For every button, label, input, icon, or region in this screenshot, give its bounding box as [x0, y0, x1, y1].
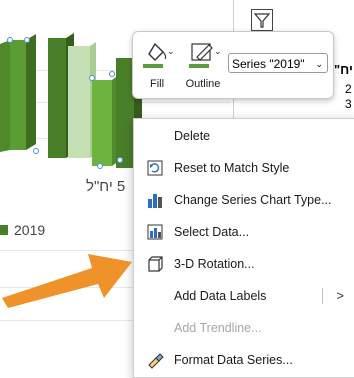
menu-item-format-data-series[interactable]: Format Data Series...	[134, 344, 354, 376]
selection-handle	[109, 71, 115, 77]
chart-type-icon	[148, 194, 162, 208]
outline-pen-icon: ⌄	[191, 43, 221, 61]
selection-handle	[89, 75, 95, 81]
reset-style-icon	[147, 160, 163, 176]
legend-label: 2019	[14, 222, 46, 238]
svg-text:⌄: ⌄	[214, 47, 221, 57]
selection-handle	[97, 163, 103, 169]
menu-item-change-chart-type[interactable]: Change Series Chart Type...	[134, 184, 354, 216]
rotation-3d-icon	[148, 256, 163, 272]
mini-toolbar: ⌄ Fill ⌄ Outline Series "2019" ⌄	[132, 31, 334, 99]
menu-item-label: Reset to Match Style	[174, 161, 290, 175]
annotation-arrow	[2, 254, 132, 308]
legend-swatch	[0, 225, 8, 235]
chevron-down-icon: ⌄	[315, 59, 323, 69]
menu-item-add-trendline: Add Trendline...	[134, 312, 354, 344]
menu-item-label: Select Data...	[174, 225, 250, 239]
bar-left-depth	[26, 34, 36, 150]
menu-item-label: Change Series Chart Type...	[174, 193, 332, 207]
selection-handle	[117, 157, 123, 163]
bar-left	[10, 40, 26, 150]
fill-button[interactable]: ⌄ Fill	[137, 36, 177, 94]
filter-button[interactable]	[251, 9, 273, 31]
menu-item-delete[interactable]: Delete	[134, 120, 354, 152]
outline-color-swatch	[189, 64, 209, 68]
series-select-value: Series "2019"	[232, 57, 305, 71]
category-label: 5 יח"ל	[86, 178, 126, 195]
bar-left-side	[0, 40, 10, 152]
filter-icon	[253, 13, 271, 28]
menu-item-label: Add Data Labels	[174, 289, 267, 303]
bar-left-2	[48, 38, 66, 158]
selection-handle	[7, 37, 13, 43]
selection-handle	[33, 148, 39, 154]
menu-item-reset-style[interactable]: Reset to Match Style	[134, 152, 354, 184]
select-data-icon	[147, 224, 163, 240]
menu-item-label: Delete	[174, 129, 211, 143]
menu-item-label: Add Trendline...	[174, 321, 262, 335]
right-cell-text: 3	[345, 97, 352, 111]
fill-bucket-icon: ⌄	[148, 42, 173, 61]
outline-label: Outline	[185, 78, 221, 90]
outline-button[interactable]: ⌄ Outline	[183, 36, 223, 94]
format-series-icon	[148, 353, 164, 369]
svg-text:⌄: ⌄	[167, 47, 173, 57]
menu-item-label: Format Data Series...	[174, 353, 293, 367]
bar-light	[68, 46, 90, 158]
selection-handle	[24, 37, 30, 43]
menu-item-add-data-labels[interactable]: Add Data Labels >	[134, 280, 354, 312]
bar-mid	[92, 80, 112, 166]
fill-label: Fill	[149, 78, 165, 90]
series-select-dropdown[interactable]: Series "2019" ⌄	[228, 53, 328, 73]
menu-item-3d-rotation[interactable]: 3-D Rotation...	[134, 248, 354, 280]
right-header-text: יח"	[334, 62, 353, 77]
menu-item-label: 3-D Rotation...	[174, 257, 255, 271]
submenu-divider	[322, 288, 323, 304]
right-cell-text: 2	[345, 82, 352, 96]
context-menu: Delete Reset to Match Style Change Serie…	[133, 118, 354, 378]
fill-color-swatch	[143, 64, 163, 68]
chevron-right-icon: >	[336, 288, 344, 303]
menu-item-select-data[interactable]: Select Data...	[134, 216, 354, 248]
